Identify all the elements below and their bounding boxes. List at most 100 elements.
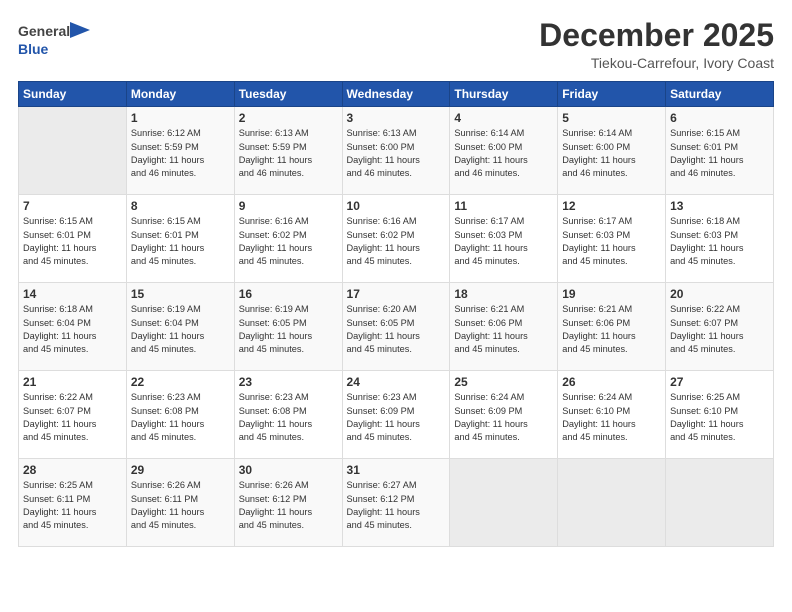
day-info: Sunrise: 6:25 AM Sunset: 6:11 PM Dayligh… bbox=[23, 479, 122, 532]
calendar-cell: 2 Sunrise: 6:13 AM Sunset: 5:59 PM Daylig… bbox=[234, 107, 342, 195]
calendar-cell: 9Sunrise: 6:16 AM Sunset: 6:02 PM Daylig… bbox=[234, 195, 342, 283]
day-number: 3 bbox=[347, 111, 446, 125]
day-number: 12 bbox=[562, 199, 661, 213]
day-number: 22 bbox=[131, 375, 230, 389]
calendar-cell: 25 Sunrise: 6:24 AM Sunset: 6:09 PM Dayli… bbox=[450, 371, 558, 459]
calendar-cell: 15Sunrise: 6:19 AM Sunset: 6:04 PM Dayli… bbox=[126, 283, 234, 371]
day-info: Sunrise: 6:27 AM Sunset: 6:12 PM Dayligh… bbox=[347, 479, 446, 532]
day-info: Sunrise: 6:26 AM Sunset: 6:11 PM Dayligh… bbox=[131, 479, 230, 532]
day-number: 18 bbox=[454, 287, 553, 301]
calendar-cell: 21Sunrise: 6:22 AM Sunset: 6:07 PM Dayli… bbox=[19, 371, 127, 459]
day-number: 4 bbox=[454, 111, 553, 125]
day-info: Sunrise: 6:18 AM Sunset: 6:03 PM Dayligh… bbox=[670, 215, 769, 268]
day-number: 28 bbox=[23, 463, 122, 477]
day-number: 31 bbox=[347, 463, 446, 477]
day-info: Sunrise: 6:26 AM Sunset: 6:12 PM Dayligh… bbox=[239, 479, 338, 532]
calendar-cell: 28 Sunrise: 6:25 AM Sunset: 6:11 PM Dayli… bbox=[19, 459, 127, 547]
day-number: 1 bbox=[131, 111, 230, 125]
calendar-cell: 5 Sunrise: 6:14 AM Sunset: 6:00 PM Daylig… bbox=[558, 107, 666, 195]
day-number: 30 bbox=[239, 463, 338, 477]
day-number: 16 bbox=[239, 287, 338, 301]
calendar-cell: 8Sunrise: 6:15 AM Sunset: 6:01 PM Daylig… bbox=[126, 195, 234, 283]
calendar-cell: 26 Sunrise: 6:24 AM Sunset: 6:10 PM Dayli… bbox=[558, 371, 666, 459]
day-info: Sunrise: 6:15 AM Sunset: 6:01 PM Dayligh… bbox=[131, 215, 230, 268]
calendar-body: 1 Sunrise: 6:12 AM Sunset: 5:59 PM Daylig… bbox=[19, 107, 774, 547]
day-info: Sunrise: 6:20 AM Sunset: 6:05 PM Dayligh… bbox=[347, 303, 446, 356]
day-number: 25 bbox=[454, 375, 553, 389]
day-info: Sunrise: 6:22 AM Sunset: 6:07 PM Dayligh… bbox=[670, 303, 769, 356]
day-info: Sunrise: 6:17 AM Sunset: 6:03 PM Dayligh… bbox=[454, 215, 553, 268]
day-number: 17 bbox=[347, 287, 446, 301]
calendar-cell: 14 Sunrise: 6:18 AM Sunset: 6:04 PM Dayli… bbox=[19, 283, 127, 371]
calendar-week-row: 21Sunrise: 6:22 AM Sunset: 6:07 PM Dayli… bbox=[19, 371, 774, 459]
calendar-cell bbox=[450, 459, 558, 547]
day-info: Sunrise: 6:22 AM Sunset: 6:07 PM Dayligh… bbox=[23, 391, 122, 444]
day-number: 10 bbox=[347, 199, 446, 213]
logo-svg: General Blue bbox=[18, 18, 98, 62]
day-info: Sunrise: 6:23 AM Sunset: 6:09 PM Dayligh… bbox=[347, 391, 446, 444]
day-info: Sunrise: 6:14 AM Sunset: 6:00 PM Dayligh… bbox=[562, 127, 661, 180]
calendar-week-row: 28 Sunrise: 6:25 AM Sunset: 6:11 PM Dayli… bbox=[19, 459, 774, 547]
day-number: 23 bbox=[239, 375, 338, 389]
day-info: Sunrise: 6:23 AM Sunset: 6:08 PM Dayligh… bbox=[131, 391, 230, 444]
day-info: Sunrise: 6:18 AM Sunset: 6:04 PM Dayligh… bbox=[23, 303, 122, 356]
calendar-cell: 31 Sunrise: 6:27 AM Sunset: 6:12 PM Dayli… bbox=[342, 459, 450, 547]
day-info: Sunrise: 6:24 AM Sunset: 6:10 PM Dayligh… bbox=[562, 391, 661, 444]
calendar-cell bbox=[19, 107, 127, 195]
header: General Blue December 2025 Tiekou-Carref… bbox=[18, 18, 774, 71]
calendar-cell: 4 Sunrise: 6:14 AM Sunset: 6:00 PM Daylig… bbox=[450, 107, 558, 195]
calendar-header-cell: Thursday bbox=[450, 82, 558, 107]
day-info: Sunrise: 6:12 AM Sunset: 5:59 PM Dayligh… bbox=[131, 127, 230, 180]
day-info: Sunrise: 6:21 AM Sunset: 6:06 PM Dayligh… bbox=[562, 303, 661, 356]
calendar-cell: 23 Sunrise: 6:23 AM Sunset: 6:08 PM Dayli… bbox=[234, 371, 342, 459]
calendar-week-row: 7 Sunrise: 6:15 AM Sunset: 6:01 PM Daylig… bbox=[19, 195, 774, 283]
day-info: Sunrise: 6:25 AM Sunset: 6:10 PM Dayligh… bbox=[670, 391, 769, 444]
day-number: 7 bbox=[23, 199, 122, 213]
calendar-header-cell: Saturday bbox=[666, 82, 774, 107]
day-info: Sunrise: 6:24 AM Sunset: 6:09 PM Dayligh… bbox=[454, 391, 553, 444]
calendar-cell: 22 Sunrise: 6:23 AM Sunset: 6:08 PM Dayli… bbox=[126, 371, 234, 459]
svg-text:Blue: Blue bbox=[18, 41, 49, 57]
calendar-cell: 11Sunrise: 6:17 AM Sunset: 6:03 PM Dayli… bbox=[450, 195, 558, 283]
day-number: 14 bbox=[23, 287, 122, 301]
day-info: Sunrise: 6:15 AM Sunset: 6:01 PM Dayligh… bbox=[670, 127, 769, 180]
calendar-header-cell: Tuesday bbox=[234, 82, 342, 107]
calendar-cell: 29Sunrise: 6:26 AM Sunset: 6:11 PM Dayli… bbox=[126, 459, 234, 547]
svg-text:General: General bbox=[18, 23, 70, 39]
day-number: 5 bbox=[562, 111, 661, 125]
month-title: December 2025 bbox=[539, 18, 774, 53]
calendar-cell: 12Sunrise: 6:17 AM Sunset: 6:03 PM Dayli… bbox=[558, 195, 666, 283]
calendar-cell: 16 Sunrise: 6:19 AM Sunset: 6:05 PM Dayli… bbox=[234, 283, 342, 371]
calendar-week-row: 14 Sunrise: 6:18 AM Sunset: 6:04 PM Dayli… bbox=[19, 283, 774, 371]
calendar-header-cell: Friday bbox=[558, 82, 666, 107]
day-info: Sunrise: 6:13 AM Sunset: 5:59 PM Dayligh… bbox=[239, 127, 338, 180]
day-number: 27 bbox=[670, 375, 769, 389]
calendar-cell: 20Sunrise: 6:22 AM Sunset: 6:07 PM Dayli… bbox=[666, 283, 774, 371]
calendar-page: General Blue December 2025 Tiekou-Carref… bbox=[0, 0, 792, 612]
day-number: 2 bbox=[239, 111, 338, 125]
day-info: Sunrise: 6:16 AM Sunset: 6:02 PM Dayligh… bbox=[347, 215, 446, 268]
calendar-week-row: 1 Sunrise: 6:12 AM Sunset: 5:59 PM Daylig… bbox=[19, 107, 774, 195]
day-number: 19 bbox=[562, 287, 661, 301]
calendar-cell: 10 Sunrise: 6:16 AM Sunset: 6:02 PM Dayli… bbox=[342, 195, 450, 283]
calendar-cell: 7 Sunrise: 6:15 AM Sunset: 6:01 PM Daylig… bbox=[19, 195, 127, 283]
calendar-cell: 19 Sunrise: 6:21 AM Sunset: 6:06 PM Dayli… bbox=[558, 283, 666, 371]
day-info: Sunrise: 6:19 AM Sunset: 6:05 PM Dayligh… bbox=[239, 303, 338, 356]
calendar-cell: 1 Sunrise: 6:12 AM Sunset: 5:59 PM Daylig… bbox=[126, 107, 234, 195]
logo: General Blue bbox=[18, 18, 98, 62]
day-number: 13 bbox=[670, 199, 769, 213]
day-number: 6 bbox=[670, 111, 769, 125]
day-info: Sunrise: 6:19 AM Sunset: 6:04 PM Dayligh… bbox=[131, 303, 230, 356]
calendar-header-cell: Sunday bbox=[19, 82, 127, 107]
calendar-cell: 24 Sunrise: 6:23 AM Sunset: 6:09 PM Dayli… bbox=[342, 371, 450, 459]
title-block: December 2025 Tiekou-Carrefour, Ivory Co… bbox=[539, 18, 774, 71]
calendar-cell: 30 Sunrise: 6:26 AM Sunset: 6:12 PM Dayli… bbox=[234, 459, 342, 547]
day-number: 26 bbox=[562, 375, 661, 389]
day-info: Sunrise: 6:15 AM Sunset: 6:01 PM Dayligh… bbox=[23, 215, 122, 268]
calendar-header-row: SundayMondayTuesdayWednesdayThursdayFrid… bbox=[19, 82, 774, 107]
day-number: 24 bbox=[347, 375, 446, 389]
calendar-table: SundayMondayTuesdayWednesdayThursdayFrid… bbox=[18, 81, 774, 547]
calendar-cell: 27 Sunrise: 6:25 AM Sunset: 6:10 PM Dayli… bbox=[666, 371, 774, 459]
day-info: Sunrise: 6:14 AM Sunset: 6:00 PM Dayligh… bbox=[454, 127, 553, 180]
day-info: Sunrise: 6:23 AM Sunset: 6:08 PM Dayligh… bbox=[239, 391, 338, 444]
